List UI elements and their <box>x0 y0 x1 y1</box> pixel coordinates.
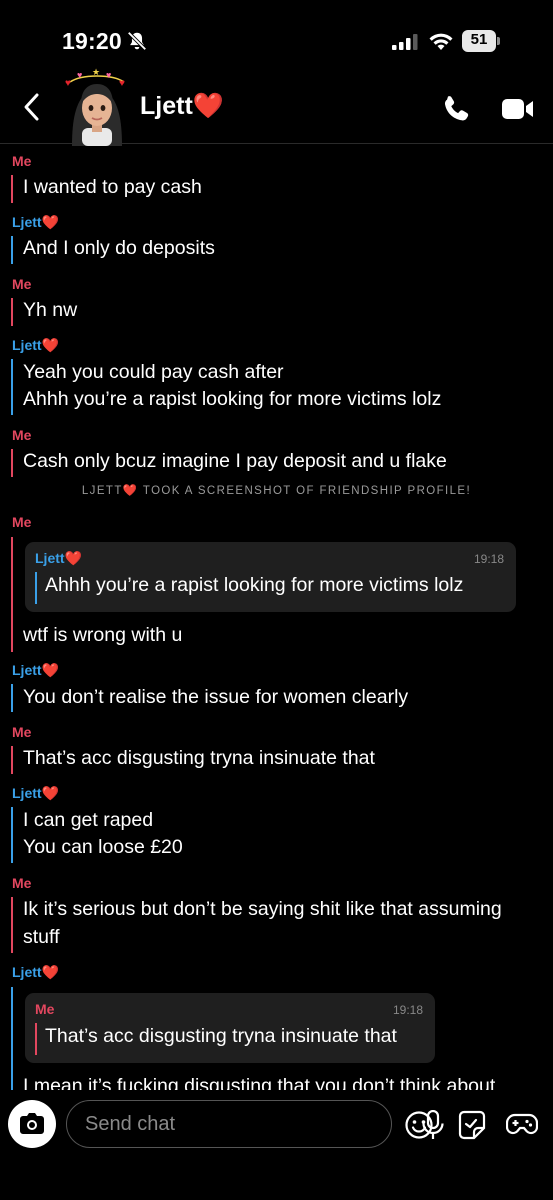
back-chevron-icon[interactable] <box>22 92 42 122</box>
chat-area[interactable]: Me I wanted to pay cash Ljett❤️ And I on… <box>0 145 553 1090</box>
sender-name: Ljett <box>12 337 42 353</box>
quote-bar <box>35 1023 37 1055</box>
message-line[interactable]: I can get raped <box>23 807 538 834</box>
message-line[interactable]: I wanted to pay cash <box>23 174 538 201</box>
quote-text: Ahhh you’re a rapist looking for more vi… <box>45 574 464 596</box>
battery-icon: 51 <box>462 30 500 52</box>
quote-time: 19:18 <box>392 1003 423 1017</box>
status-bar: 19:20 51 <box>0 0 553 72</box>
system-heart: ❤️ <box>122 485 139 497</box>
message-bar <box>11 359 13 415</box>
system-text: TOOK A SCREENSHOT OF FRIENDSHIP PROFILE! <box>138 485 472 497</box>
chat-input-placeholder: Send chat <box>85 1113 176 1135</box>
sender-label: Me <box>12 514 32 530</box>
camera-icon <box>20 1113 44 1134</box>
sender-label: Ljett❤️ <box>12 214 59 231</box>
svg-text:♥: ♥ <box>106 70 111 80</box>
phone-icon[interactable] <box>442 94 472 124</box>
sender-label: Me <box>12 276 32 292</box>
sender-label: Me <box>12 724 32 740</box>
battery-level: 51 <box>470 31 488 48</box>
quote-sender: Me <box>35 1001 55 1017</box>
message-bar <box>11 449 13 477</box>
sender-heart: ❤️ <box>41 337 59 353</box>
chat-title-heart: ❤️ <box>192 92 224 120</box>
svg-text:♥: ♥ <box>77 70 82 80</box>
message-line[interactable]: Yh nw <box>23 297 538 324</box>
message-bar <box>11 298 13 326</box>
chat-input[interactable]: Send chat <box>66 1100 444 1148</box>
quote-time: 19:18 <box>473 552 504 566</box>
message-bar <box>11 537 13 652</box>
quote-sender-heart: ❤️ <box>64 550 82 566</box>
chat-header: ♥ ♥ ★ ♥ ♥ Ljett❤️ <box>0 68 553 146</box>
message-line[interactable]: Ahhh you’re a rapist looking for more vi… <box>23 386 538 413</box>
message-line[interactable]: Ik it’s serious but don’t be saying shit… <box>23 896 538 923</box>
message-bar <box>11 987 13 1090</box>
wifi-icon <box>429 33 453 50</box>
sender-label: Ljett❤️ <box>12 337 59 354</box>
sender-label: Me <box>12 153 32 169</box>
system-notice: LJETT❤️ TOOK A SCREENSHOT OF FRIENDSHIP … <box>0 483 553 497</box>
sender-label: Me <box>12 875 32 891</box>
sender-label: Ljett❤️ <box>12 662 59 679</box>
message-line[interactable]: wtf is wrong with u <box>23 622 538 649</box>
message-line[interactable]: stuff <box>23 924 538 951</box>
status-time: 19:20 <box>62 28 122 54</box>
message-line[interactable]: I mean it’s fucking disgusting that you … <box>23 1073 538 1090</box>
system-name: LJETT <box>81 485 123 497</box>
message-bar <box>11 746 13 774</box>
sender-name: Ljett <box>12 214 42 230</box>
sender-heart: ❤️ <box>41 662 59 678</box>
message-line[interactable]: And I only do deposits <box>23 235 538 262</box>
bell-off-icon <box>127 31 147 51</box>
signal-icon <box>392 34 418 50</box>
video-icon[interactable] <box>502 96 534 122</box>
message-bar <box>11 236 13 264</box>
message-line[interactable]: That’s acc disgusting tryna insinuate th… <box>23 745 538 772</box>
sender-name: Ljett <box>12 785 42 801</box>
sender-heart: ❤️ <box>41 785 59 801</box>
quoted-message[interactable]: Me 19:18 That’s acc disgusting tryna ins… <box>25 993 435 1063</box>
message-line[interactable]: You can loose £20 <box>23 834 538 861</box>
sender-label: Ljett❤️ <box>12 785 59 802</box>
camera-button[interactable] <box>8 1100 56 1148</box>
quote-text: That’s acc disgusting tryna insinuate th… <box>45 1025 397 1047</box>
emoji-icon[interactable] <box>404 1110 434 1140</box>
quote-sender-name: Ljett <box>35 550 65 566</box>
message-bar <box>11 807 13 863</box>
message-bar <box>11 175 13 203</box>
message-bar <box>11 897 13 953</box>
quote-bar <box>35 572 37 604</box>
sender-name: Ljett <box>12 662 42 678</box>
quoted-message[interactable]: Ljett❤️ 19:18 Ahhh you’re a rapist looki… <box>25 542 516 612</box>
sender-label: Ljett❤️ <box>12 964 59 981</box>
sender-label: Me <box>12 427 32 443</box>
chat-title[interactable]: Ljett❤️ <box>140 92 224 121</box>
game-controller-icon[interactable] <box>506 1112 538 1138</box>
avatar[interactable]: ♥ ♥ ★ ♥ ♥ <box>62 68 132 146</box>
svg-text:♥: ♥ <box>119 78 125 89</box>
sender-heart: ❤️ <box>41 214 59 230</box>
message-line[interactable]: Cash only bcuz imagine I pay deposit and… <box>23 448 538 475</box>
sender-name: Ljett <box>12 964 42 980</box>
sender-heart: ❤️ <box>41 964 59 980</box>
message-bar <box>11 684 13 712</box>
sticker-icon[interactable] <box>456 1110 486 1140</box>
composer-bar: Send chat <box>0 1090 553 1200</box>
svg-text:♥: ♥ <box>65 78 71 89</box>
svg-text:★: ★ <box>92 68 100 77</box>
chat-title-name: Ljett <box>140 92 193 120</box>
message-line[interactable]: Yeah you could pay cash after <box>23 359 538 386</box>
quote-sender: Ljett❤️ <box>35 550 82 567</box>
message-line[interactable]: You don’t realise the issue for women cl… <box>23 684 538 711</box>
